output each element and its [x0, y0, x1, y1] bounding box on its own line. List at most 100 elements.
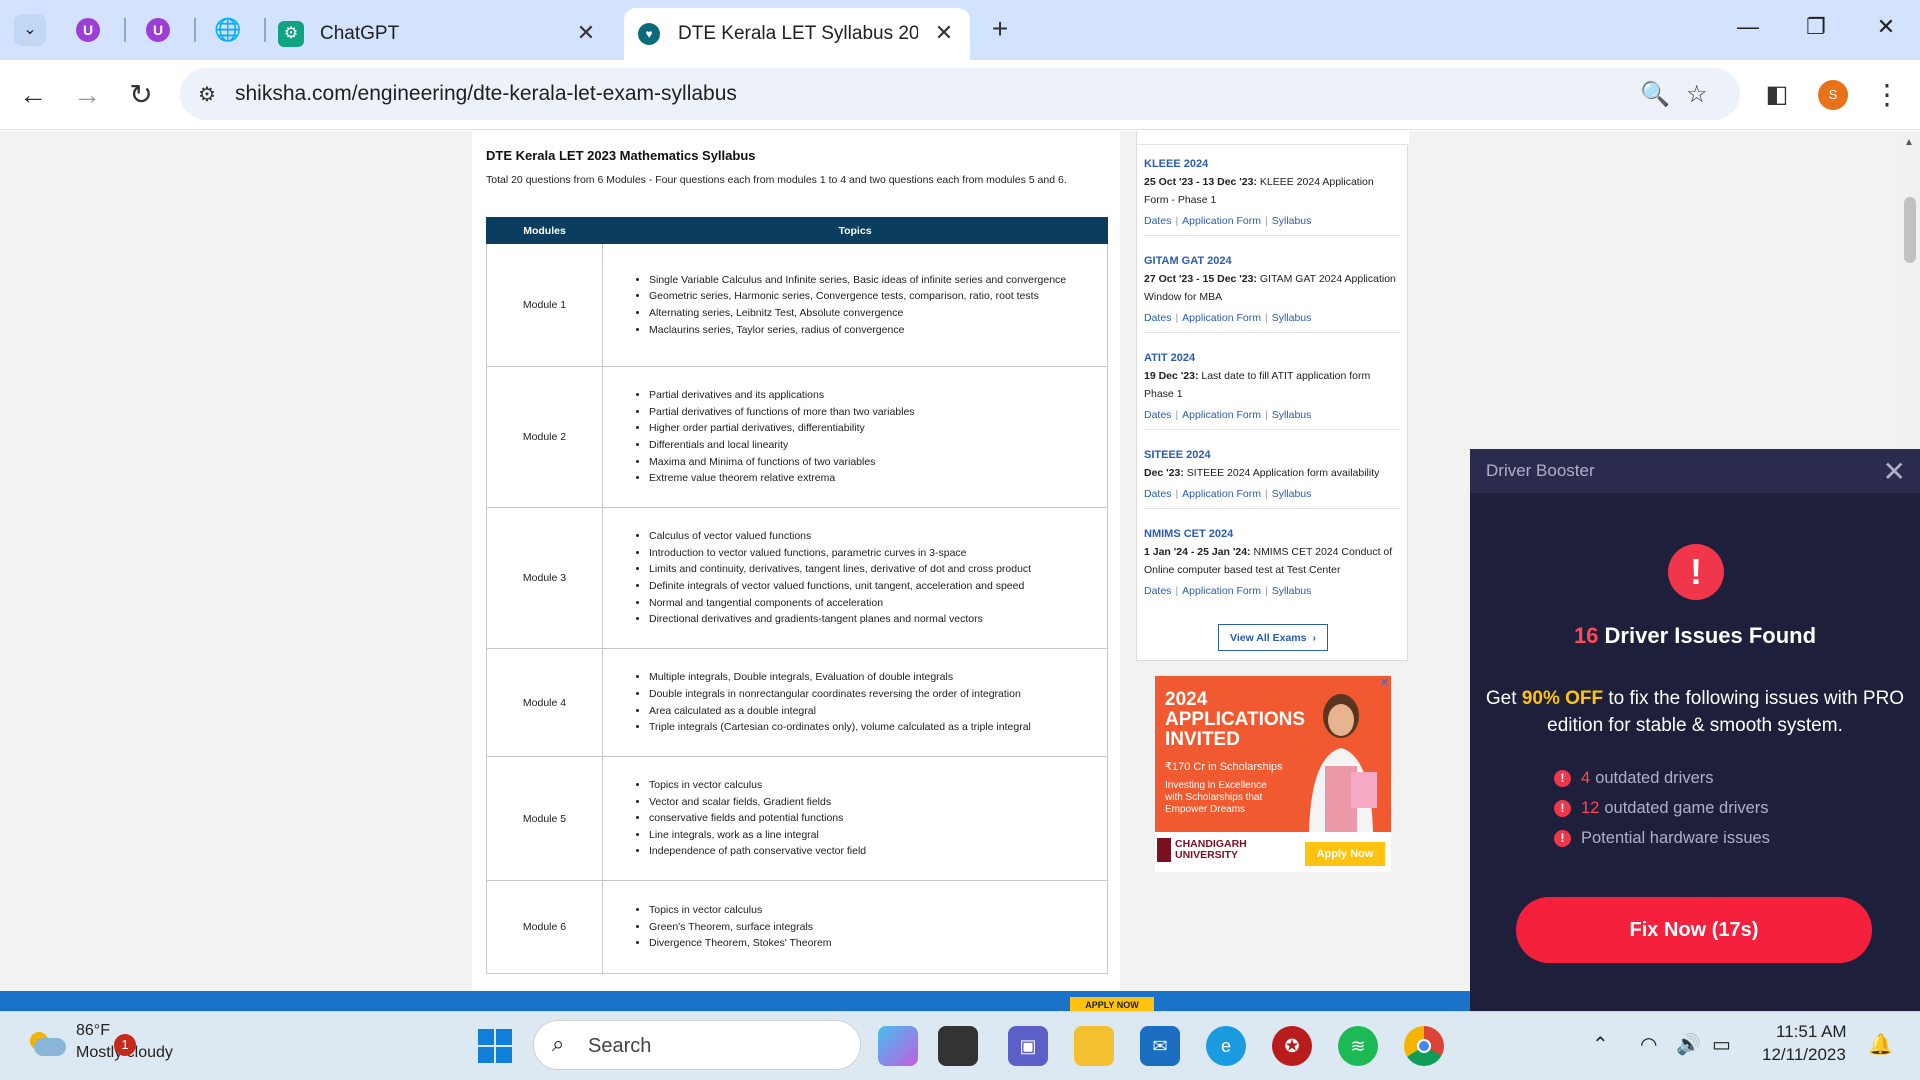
syllabus-link[interactable]: Syllabus [1272, 585, 1312, 597]
ad-scholarship: ₹170 Cr in Scholarships [1165, 761, 1283, 773]
spotify-icon[interactable]: ≋ [1338, 1026, 1378, 1066]
syllabus-link[interactable]: Syllabus [1272, 409, 1312, 421]
application-form-link[interactable]: Application Form [1182, 312, 1261, 324]
exam-name[interactable]: ATIT 2024 [1144, 352, 1400, 364]
tab-dte-kerala[interactable]: ♥ DTE Kerala LET Syllabus 2023: C ✕ [624, 8, 970, 60]
tab-label: ChatGPT [320, 23, 400, 44]
clock-time[interactable]: 11:51 AM [1776, 1022, 1847, 1042]
zoom-icon[interactable]: 🔍 [1640, 80, 1670, 109]
wifi-icon[interactable]: ◠ [1640, 1032, 1657, 1057]
ad-close-icon[interactable]: ✕ [1380, 676, 1389, 689]
teams-icon[interactable]: ▣ [1008, 1026, 1048, 1066]
scroll-thumb[interactable] [1904, 197, 1916, 263]
taskbar-search[interactable]: ⌕ Search [533, 1020, 861, 1070]
exam-item: SITEEE 2024 Dec '23: SITEEE 2024 Applicat… [1144, 449, 1400, 509]
omnibox[interactable]: ⚙ shiksha.com/engineering/dte-kerala-let… [180, 68, 1740, 120]
maximize-icon[interactable]: ❐ [1796, 14, 1836, 40]
exam-name[interactable]: NMIMS CET 2024 [1144, 528, 1400, 540]
popup-close-icon[interactable]: ✕ [1883, 455, 1906, 488]
uu-tab-icon[interactable]: U [70, 12, 106, 48]
application-form-link[interactable]: Application Form [1182, 409, 1261, 421]
new-tab-button[interactable]: + [982, 12, 1018, 48]
syllabus-description: Total 20 questions from 6 Modules - Four… [486, 174, 1067, 186]
profile-avatar[interactable]: S [1818, 80, 1848, 110]
dates-link[interactable]: Dates [1144, 585, 1171, 597]
bottom-promo-banner[interactable]: APPLY NOW [0, 991, 1470, 1011]
application-form-link[interactable]: Application Form [1182, 488, 1261, 500]
topic-item: Introduction to vector valued functions,… [649, 545, 1107, 562]
topic-item: Normal and tangential components of acce… [649, 595, 1107, 612]
bookmark-star-icon[interactable]: ☆ [1686, 80, 1708, 109]
uu-tab-icon-2[interactable]: U [140, 12, 176, 48]
cloud-icon[interactable] [26, 1030, 66, 1058]
back-icon[interactable]: ← [16, 78, 50, 112]
syllabus-table: Modules Topics Module 1 Single Variable C… [486, 217, 1108, 974]
edge-icon[interactable]: e [1206, 1026, 1246, 1066]
close-tab-icon[interactable]: ✕ [932, 20, 956, 46]
topic-item: Higher order partial derivatives, differ… [649, 420, 1107, 437]
exam-name[interactable]: KLEEE 2024 [1144, 158, 1400, 170]
site-info-icon[interactable]: ⚙ [198, 82, 216, 107]
copilot-icon[interactable] [878, 1026, 918, 1066]
exam-name[interactable]: SITEEE 2024 [1144, 449, 1400, 461]
syllabus-link[interactable]: Syllabus [1272, 312, 1312, 324]
syllabus-link[interactable]: Syllabus [1272, 215, 1312, 227]
banner-apply-button[interactable]: APPLY NOW [1070, 997, 1154, 1011]
globe-tab-icon[interactable]: 🌐 [210, 12, 246, 48]
tab-chatgpt[interactable]: ⚙ ChatGPT ✕ [272, 8, 612, 60]
side-panel-icon[interactable]: ◧ [1760, 78, 1794, 112]
file-explorer-icon[interactable] [1074, 1026, 1114, 1066]
close-tab-icon[interactable]: ✕ [574, 20, 598, 46]
weather-temperature[interactable]: 86°F [76, 1022, 110, 1040]
exam-links: Dates | Application Form | Syllabus [1144, 409, 1312, 421]
url-text[interactable]: shiksha.com/engineering/dte-kerala-let-e… [235, 82, 737, 106]
warning-icon: ! [1554, 830, 1571, 847]
menu-kebab-icon[interactable]: ⋮ [1870, 78, 1904, 112]
module-cell: Module 1 [486, 243, 603, 367]
table-row: Module 3Calculus of vector valued functi… [486, 507, 1108, 649]
table-row: Module 2Partial derivatives and its appl… [486, 366, 1108, 508]
dates-link[interactable]: Dates [1144, 488, 1171, 500]
exam-top-divider [1137, 131, 1409, 145]
exam-item: ATIT 2024 19 Dec '23: Last date to fill A… [1144, 352, 1400, 430]
reload-icon[interactable]: ↻ [124, 78, 158, 112]
chandigarh-university-ad[interactable]: 2024 APPLICATIONS INVITED ₹170 Cr in Sch… [1155, 676, 1391, 872]
issue-item: ! 4 outdated drivers [1554, 769, 1714, 788]
chevron-up-icon[interactable]: ⌃ [1592, 1032, 1609, 1057]
mail-icon[interactable]: ✉ [1140, 1026, 1180, 1066]
tab-bar: ⌄ U U 🌐 ⚙ ChatGPT ✕ ♥ DTE Kerala LET Syl… [0, 0, 1920, 60]
exam-item: KLEEE 2024 25 Oct '23 - 13 Dec '23: KLEEE… [1144, 158, 1400, 236]
clock-date[interactable]: 12/11/2023 [1762, 1045, 1846, 1065]
chrome-icon[interactable] [1404, 1026, 1444, 1066]
minimize-icon[interactable]: — [1728, 14, 1768, 40]
ad-apply-now-button[interactable]: Apply Now [1305, 842, 1385, 866]
notification-bell-icon[interactable]: 🔔 [1868, 1032, 1893, 1057]
task-view-icon[interactable] [938, 1026, 978, 1066]
tab-search-icon[interactable]: ⌄ [14, 14, 46, 46]
topic-item: Multiple integrals, Double integrals, Ev… [649, 669, 1107, 686]
topic-item: Geometric series, Harmonic series, Conve… [649, 288, 1107, 305]
close-window-icon[interactable]: ✕ [1866, 14, 1906, 40]
dates-link[interactable]: Dates [1144, 312, 1171, 324]
chevron-right-icon: › [1312, 631, 1316, 644]
view-all-exams-button[interactable]: View All Exams › [1218, 624, 1328, 651]
dates-link[interactable]: Dates [1144, 215, 1171, 227]
topic-list: Partial derivatives and its applications… [603, 387, 1107, 487]
fix-now-button[interactable]: Fix Now (17s) [1516, 897, 1872, 963]
forward-icon[interactable]: → [70, 78, 104, 112]
windows-start-icon[interactable] [478, 1029, 512, 1063]
application-form-link[interactable]: Application Form [1182, 215, 1261, 227]
module-cell: Module 4 [486, 648, 603, 757]
dates-link[interactable]: Dates [1144, 409, 1171, 421]
exam-links: Dates | Application Form | Syllabus [1144, 215, 1312, 227]
battery-icon[interactable]: ▭ [1712, 1032, 1731, 1057]
exam-links: Dates | Application Form | Syllabus [1144, 488, 1312, 500]
exam-name[interactable]: GITAM GAT 2024 [1144, 255, 1400, 267]
application-form-link[interactable]: Application Form [1182, 585, 1261, 597]
volume-icon[interactable]: 🔊 [1676, 1032, 1701, 1057]
topic-item: Partial derivatives and its applications [649, 387, 1107, 404]
antivirus-icon[interactable]: ✪ [1272, 1026, 1312, 1066]
syllabus-link[interactable]: Syllabus [1272, 488, 1312, 500]
scroll-up-icon[interactable]: ▲ [1904, 137, 1914, 148]
topic-item: conservative fields and potential functi… [649, 810, 1107, 827]
